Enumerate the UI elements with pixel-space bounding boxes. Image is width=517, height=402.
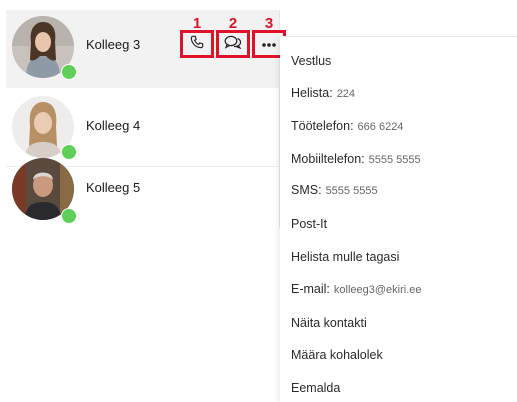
menu-item-label: Helista mulle tagasi xyxy=(291,250,400,264)
contact-name: Kolleeg 4 xyxy=(86,118,141,133)
menu-item-label: Töötelefon: xyxy=(291,119,354,133)
menu-item-label: Vestlus xyxy=(291,54,332,68)
menu-item-call-me-back[interactable]: Helista mulle tagasi xyxy=(291,250,399,264)
menu-item-call[interactable]: Helista: 224 xyxy=(291,86,355,100)
online-status-indicator xyxy=(61,208,77,224)
menu-item-email[interactable]: E-mail: kolleeg3@ekiri.ee xyxy=(291,282,422,296)
chat-icon xyxy=(224,35,242,54)
phone-icon xyxy=(190,35,204,54)
contact-row-kolleeg-5[interactable]: Kolleeg 5 xyxy=(6,158,279,234)
more-icon xyxy=(261,35,277,53)
menu-item-sms[interactable]: SMS: 5555 5555 xyxy=(291,183,378,197)
menu-item-label: E-mail: xyxy=(291,282,330,296)
menu-item-set-presence[interactable]: Määra kohalolek xyxy=(291,348,383,362)
call-button[interactable]: 1 xyxy=(180,15,214,58)
contact-row-kolleeg-3[interactable]: Kolleeg 3 1 2 3 xyxy=(6,10,286,88)
annotation-number: 1 xyxy=(192,15,202,32)
menu-item-value: 666 6224 xyxy=(357,121,404,133)
menu-item-show-contact[interactable]: Näita kontakti xyxy=(291,316,367,330)
menu-item-value: 224 xyxy=(336,88,356,100)
menu-item-label: Helista: xyxy=(291,86,333,100)
menu-item-value: 5555 5555 xyxy=(368,154,421,166)
menu-item-label: Näita kontakti xyxy=(291,316,367,330)
menu-item-post-it[interactable]: Post-It xyxy=(291,217,327,231)
contact-name: Kolleeg 3 xyxy=(86,37,141,52)
menu-item-label: Post-It xyxy=(291,217,328,231)
menu-item-label: SMS: xyxy=(291,183,322,197)
contact-row-kolleeg-4[interactable]: Kolleeg 4 xyxy=(6,90,279,167)
menu-item-value: kolleeg3@ekiri.ee xyxy=(333,284,422,296)
menu-item-label: Mobiiltelefon: xyxy=(291,152,365,166)
menu-item-work-phone[interactable]: Töötelefon: 666 6224 xyxy=(291,119,403,133)
contact-name: Kolleeg 5 xyxy=(86,180,141,195)
annotation-number: 3 xyxy=(264,15,274,32)
annotation-number: 2 xyxy=(228,15,238,32)
menu-item-label: Eemalda xyxy=(291,381,341,395)
menu-item-remove[interactable]: Eemalda xyxy=(291,381,340,395)
chat-button[interactable]: 2 xyxy=(216,15,250,58)
menu-item-mobile-phone[interactable]: Mobiiltelefon: 5555 5555 xyxy=(291,152,421,166)
menu-item-label: Määra kohalolek xyxy=(291,348,383,362)
online-status-indicator xyxy=(61,64,77,80)
menu-item-chat[interactable]: Vestlus xyxy=(291,54,331,68)
contact-list: Kolleeg 3 1 2 3 Kolleeg 4 Kolleeg 5 xyxy=(6,10,286,228)
menu-item-value: 5555 5555 xyxy=(325,185,378,197)
contact-options-menu: Vestlus Helista: 224 Töötelefon: 666 6224 … xyxy=(280,36,517,402)
